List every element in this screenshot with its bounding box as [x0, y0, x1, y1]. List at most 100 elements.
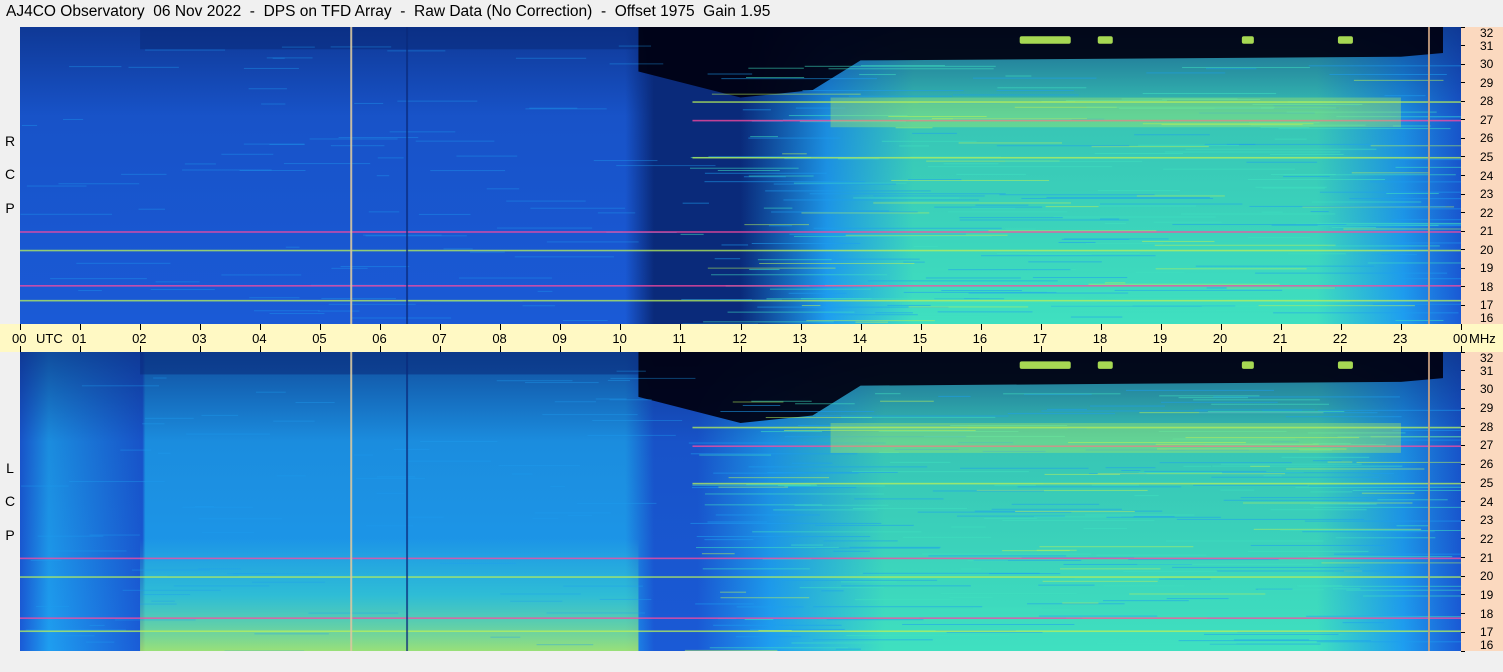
noise-streak: [1106, 295, 1272, 297]
utc-label: UTC: [36, 331, 63, 346]
y-tick: [1461, 631, 1465, 633]
noise-streak: [854, 599, 954, 601]
dense-interference-band: [830, 97, 1401, 128]
x-tick: [860, 346, 862, 352]
noise-streak: [1136, 195, 1225, 197]
noise-streak: [525, 382, 599, 384]
y-tick: [1461, 137, 1465, 139]
noise-streak: [1091, 146, 1209, 148]
noise-streak: [317, 310, 360, 312]
noise-streak: [248, 88, 287, 90]
noise-streak: [1220, 489, 1255, 491]
x-tick-label-21: 21: [1272, 331, 1288, 346]
noise-streak: [376, 492, 405, 494]
noise-streak: [430, 170, 506, 172]
noise-streak: [902, 624, 1075, 626]
noise-streak: [1103, 585, 1185, 587]
y-tick-label-23: 23: [1480, 187, 1494, 202]
noise-streak: [1045, 206, 1099, 208]
noise-streak: [1270, 174, 1336, 176]
noise-streak: [855, 321, 888, 323]
y-tick-label-32: 32: [1480, 26, 1494, 40]
y-tick: [1461, 193, 1465, 195]
noise-streak: [1263, 475, 1282, 477]
noise-streak: [707, 73, 753, 75]
noise-streak: [420, 441, 498, 443]
noise-streak: [1115, 298, 1223, 300]
noise-streak: [744, 619, 774, 621]
y-tick-label-23: 23: [1480, 513, 1494, 528]
noise-streak: [937, 311, 1033, 313]
noise-streak: [875, 393, 901, 395]
noise-streak: [1250, 544, 1385, 546]
x-tick: [920, 346, 922, 352]
noise-streak: [1199, 412, 1378, 414]
noise-streak: [720, 411, 875, 413]
noise-streak: [1038, 615, 1158, 617]
noise-streak: [1165, 540, 1324, 542]
noise-streak: [1128, 559, 1279, 561]
x-tick: [1340, 346, 1342, 352]
vertical-marker-line: [1427, 27, 1430, 324]
noise-streak: [1384, 95, 1426, 97]
noise-streak: [435, 553, 531, 555]
noise-streak: [221, 274, 302, 276]
noise-streak: [144, 559, 210, 561]
x-tick: [200, 346, 202, 352]
noise-streak: [720, 591, 747, 593]
x-tick-label-22: 22: [1332, 331, 1348, 346]
y-tick-label-21: 21: [1480, 224, 1494, 239]
noise-streak: [1129, 593, 1266, 595]
noise-streak: [1207, 411, 1345, 413]
interference-line-25mhz: [692, 156, 1461, 159]
x-tick: [200, 324, 202, 330]
noise-streak: [1221, 463, 1362, 465]
vertical-dark-line: [406, 27, 409, 324]
noise-streak: [1091, 484, 1140, 486]
noise-streak: [354, 102, 384, 104]
noise-streak: [891, 179, 1050, 181]
noise-streak: [912, 132, 957, 134]
noise-streak: [89, 534, 140, 536]
x-tick-label-18: 18: [1092, 331, 1108, 346]
noise-streak: [283, 163, 371, 165]
noise-streak: [1363, 595, 1461, 597]
noise-streak: [1311, 201, 1422, 203]
noise-streak: [1096, 643, 1237, 645]
noise-streak: [1392, 429, 1461, 431]
noise-streak: [1201, 306, 1327, 308]
noise-streak: [703, 321, 834, 323]
noise-streak: [1011, 503, 1100, 505]
y-tick: [1461, 482, 1465, 484]
noise-streak: [713, 472, 859, 474]
x-tick: [440, 324, 442, 330]
noise-streak: [1399, 278, 1461, 280]
noise-streak: [1278, 128, 1451, 130]
noise-streak: [1125, 389, 1274, 391]
mhz-unit-label: MHz: [1469, 331, 1496, 346]
noise-streak: [806, 320, 935, 322]
noise-streak: [1193, 399, 1320, 401]
noise-streak: [1142, 93, 1277, 95]
noise-streak: [1246, 161, 1318, 163]
noise-streak: [21, 124, 38, 126]
noise-streak: [415, 140, 495, 142]
y-tick: [1461, 212, 1465, 214]
noise-streak: [353, 454, 374, 456]
noise-streak: [1099, 203, 1243, 205]
y-tick-label-22: 22: [1480, 205, 1494, 220]
x-tick: [800, 346, 802, 352]
burst-1: [1019, 361, 1071, 369]
noise-streak: [735, 636, 802, 638]
noise-streak: [682, 202, 709, 204]
noise-streak: [848, 95, 953, 97]
noise-streak: [512, 473, 533, 475]
noise-streak: [773, 509, 878, 511]
noise-streak: [751, 400, 812, 402]
noise-streak: [546, 241, 639, 243]
y-tick: [1461, 249, 1465, 251]
noise-streak: [122, 589, 221, 591]
noise-streak: [699, 454, 772, 456]
noise-streak: [1226, 143, 1372, 145]
noise-streak: [782, 153, 807, 155]
